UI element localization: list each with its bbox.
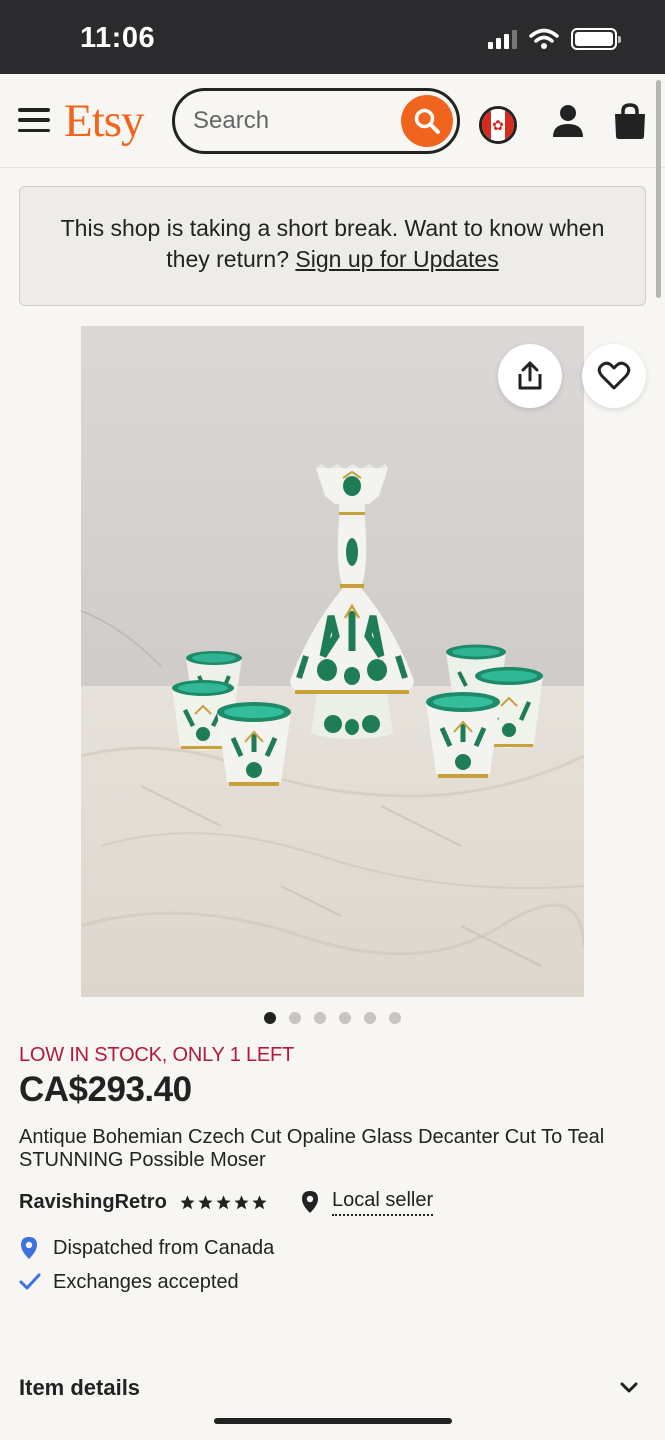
seller-name[interactable]: RavishingRetro [19,1191,167,1214]
home-indicator[interactable] [214,1418,452,1424]
search-icon [414,108,440,134]
signal-icon [488,29,517,49]
pagination-dot[interactable] [289,1012,301,1024]
canada-flag-icon[interactable]: ✿ [479,106,517,144]
status-time: 11:06 [80,22,156,54]
menu-icon[interactable] [18,108,50,132]
pagination-dot[interactable] [339,1012,351,1024]
listing-image[interactable] [81,326,584,997]
shop-break-notice: This shop is taking a short break. Want … [19,186,646,306]
search-button[interactable] [401,95,453,147]
share-button[interactable] [498,344,562,408]
map-pin-icon [302,1191,318,1213]
gallery-pagination [264,1012,401,1024]
star-icon [180,1194,195,1209]
star-icon [198,1194,213,1209]
wifi-icon [529,28,559,49]
exchanges-info: Exchanges accepted [19,1268,239,1296]
seller-row: RavishingRetro [19,1188,268,1216]
pagination-dot[interactable] [389,1012,401,1024]
shopping-bag-icon[interactable] [612,102,648,142]
star-icon [252,1194,267,1209]
local-seller-label[interactable]: Local seller [332,1189,434,1216]
user-icon[interactable] [550,102,586,142]
pagination-dot[interactable] [264,1012,276,1024]
pagination-dot[interactable] [314,1012,326,1024]
share-icon [518,361,542,390]
decanter-set-photo [81,326,584,997]
listing-title: Antique Bohemian Czech Cut Opaline Glass… [19,1126,605,1171]
app-header: Etsy ✿ [0,74,665,168]
search-bar [172,88,460,154]
location-icon [21,1237,37,1259]
pagination-dot[interactable] [364,1012,376,1024]
exchanges-text: Exchanges accepted [53,1270,239,1293]
etsy-logo[interactable]: Etsy [64,94,145,148]
chevron-down-icon [620,1382,638,1393]
star-icon [216,1194,231,1209]
status-icons [488,28,621,50]
search-input[interactable] [193,101,393,141]
dispatch-info: Dispatched from Canada [19,1234,274,1262]
page-scrollbar[interactable] [656,80,661,298]
heart-icon [597,361,631,390]
checkmark-icon [19,1273,41,1290]
item-details-toggle[interactable]: Item details [19,1370,639,1406]
star-icon [234,1194,249,1209]
sign-up-for-updates-link[interactable]: Sign up for Updates [295,246,498,272]
dispatch-text: Dispatched from Canada [53,1236,275,1259]
item-details-label: Item details [19,1375,141,1400]
battery-icon [571,28,621,50]
rating-stars [179,1194,268,1211]
favorite-button[interactable] [582,344,646,408]
status-bar: 11:06 [0,0,665,74]
local-seller: Local seller [300,1188,434,1216]
price: CA$293.40 [19,1070,192,1109]
stock-alert: LOW IN STOCK, ONLY 1 LEFT [19,1044,295,1066]
